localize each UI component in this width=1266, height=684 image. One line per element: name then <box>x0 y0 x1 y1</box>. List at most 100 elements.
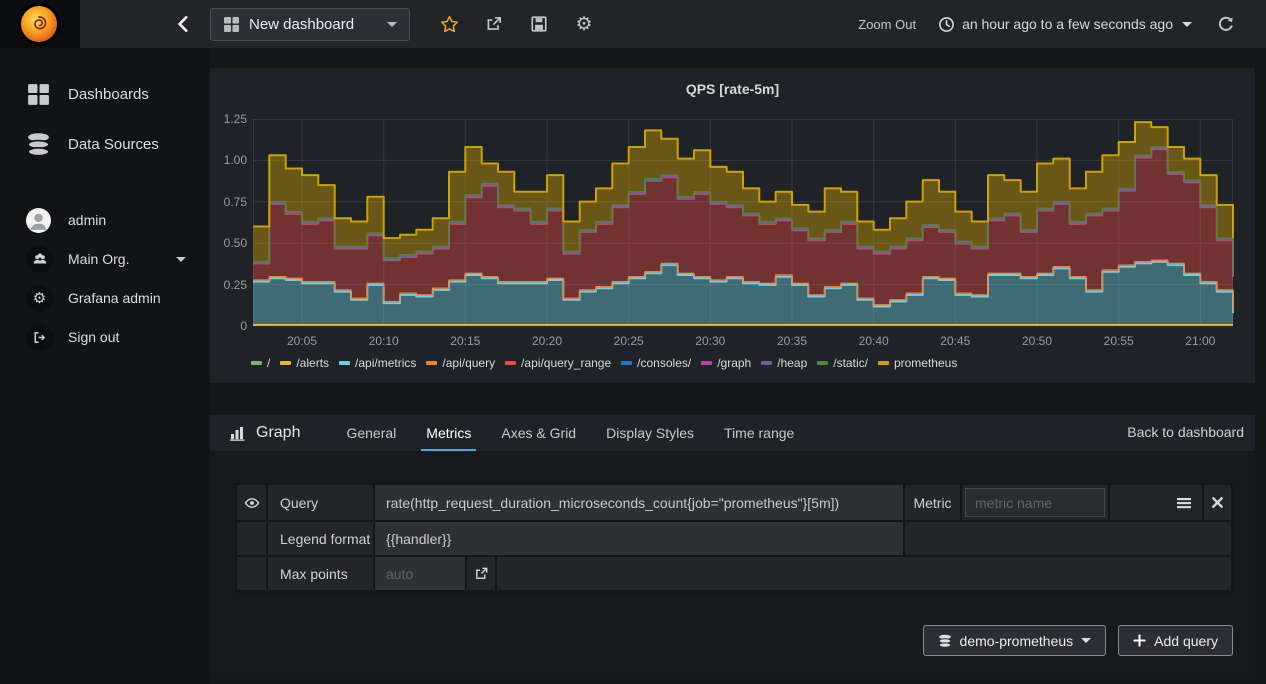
legend-item--heap[interactable]: /heap <box>761 356 807 370</box>
navbar-right: Zoom Out an hour ago to a few seconds ag… <box>858 12 1266 36</box>
metric-name-input[interactable] <box>965 488 1105 517</box>
query-label: Query <box>268 485 375 520</box>
qps-chart-svg <box>253 119 1235 328</box>
y-axis-tick-label: 0.75 <box>213 195 247 209</box>
datasource-selector-button[interactable]: demo-prometheus <box>923 625 1107 656</box>
settings-button[interactable]: ⚙ <box>572 12 596 36</box>
x-axis-tick-label: 21:00 <box>1172 334 1228 348</box>
legend-format-label: Legend format <box>268 522 375 555</box>
save-icon <box>530 15 548 33</box>
zoom-out-button[interactable]: Zoom Out <box>858 17 916 32</box>
query-input[interactable] <box>375 485 903 520</box>
dashboards-grid-icon <box>26 82 51 107</box>
legend-swatch <box>280 361 291 365</box>
legend-swatch <box>505 361 516 365</box>
legend-item--alerts[interactable]: /alerts <box>280 356 329 370</box>
legend-label: /alerts <box>296 356 329 370</box>
sidebar-collapse-button[interactable] <box>174 14 194 34</box>
x-axis-tick-label: 20:25 <box>601 334 657 348</box>
external-link-icon <box>474 566 489 581</box>
x-axis-tick-label: 20:10 <box>356 334 412 348</box>
legend-item--static-[interactable]: /static/ <box>817 356 868 370</box>
sidebar-item-label: admin <box>68 212 106 228</box>
sidebar-item-main-org[interactable]: Main Org. <box>0 239 210 279</box>
legend-label: / <box>267 356 270 370</box>
sidebar-item-dashboards[interactable]: Dashboards <box>0 74 210 114</box>
max-points-row: Max points <box>237 555 1231 590</box>
gear-icon-circle: ⚙ <box>26 285 53 312</box>
tab-metrics[interactable]: Metrics <box>411 415 486 451</box>
query-menu-button[interactable] <box>1176 495 1192 511</box>
back-to-dashboard-link[interactable]: Back to dashboard <box>1127 424 1244 440</box>
sign-out-icon <box>32 330 47 345</box>
panel-title[interactable]: QPS [rate-5m] <box>210 81 1255 97</box>
add-query-button[interactable]: Add query <box>1118 625 1233 656</box>
query-row-filler <box>1110 485 1204 520</box>
navbar-left <box>0 0 210 48</box>
legend-format-input[interactable] <box>375 522 903 555</box>
caret-down-icon <box>387 22 397 27</box>
sign-out-icon-circle <box>26 324 53 351</box>
legend-swatch <box>761 361 772 365</box>
chevron-left-icon <box>174 14 194 34</box>
dashboard-title-button[interactable]: New dashboard <box>210 8 410 41</box>
star-icon <box>440 15 459 34</box>
legend-item--graph[interactable]: /graph <box>701 356 751 370</box>
caret-down-icon <box>1081 638 1091 643</box>
y-axis-tick-label: 1.00 <box>213 153 247 167</box>
gear-icon: ⚙ <box>33 291 46 306</box>
legend-item--api-query-range[interactable]: /api/query_range <box>505 356 611 370</box>
dashboard-title: New dashboard <box>249 16 378 33</box>
y-axis-tick-label: 1.25 <box>213 112 247 126</box>
remove-query-button[interactable] <box>1204 485 1231 520</box>
max-points-input-cell <box>375 557 467 590</box>
x-axis-tick-label: 20:30 <box>682 334 738 348</box>
star-button[interactable] <box>437 12 461 36</box>
legend-item--api-query[interactable]: /api/query <box>426 356 495 370</box>
max-points-link-button[interactable] <box>467 557 497 590</box>
toggle-query-visibility-button[interactable] <box>237 485 268 520</box>
legend-row-spacer <box>237 522 268 555</box>
x-axis-tick-label: 20:05 <box>274 334 330 348</box>
save-button[interactable] <box>527 12 551 36</box>
plus-icon <box>1133 634 1146 647</box>
sidebar-item-grafana-admin[interactable]: ⚙ Grafana admin <box>0 278 210 318</box>
legend-swatch <box>878 361 889 365</box>
database-icon <box>938 634 952 648</box>
sidebar-item-label: Dashboards <box>68 86 149 103</box>
tab-display-styles[interactable]: Display Styles <box>591 415 709 451</box>
time-picker-button[interactable]: an hour ago to a few seconds ago <box>938 16 1192 33</box>
tab-axes-grid[interactable]: Axes & Grid <box>486 415 591 451</box>
max-points-input[interactable] <box>375 557 465 590</box>
sidebar-item-label: Main Org. <box>68 251 129 267</box>
sidebar-item-label: Sign out <box>68 329 119 345</box>
legend-label: /static/ <box>833 356 868 370</box>
legend-swatch <box>339 361 350 365</box>
x-axis-tick-label: 20:20 <box>519 334 575 348</box>
legend-label: /api/query_range <box>521 356 611 370</box>
legend-item--[interactable]: / <box>251 356 270 370</box>
sidebar-item-data-sources[interactable]: Data Sources <box>0 124 210 164</box>
max-points-label: Max points <box>268 557 375 590</box>
query-input-cell <box>375 485 905 520</box>
legend-swatch <box>251 361 262 365</box>
legend-item--api-metrics[interactable]: /api/metrics <box>339 356 416 370</box>
caret-down-icon <box>176 257 186 262</box>
legend-label: prometheus <box>894 356 957 370</box>
editor-header: Graph General Metrics Axes & Grid Displa… <box>210 415 1255 451</box>
legend-item-prometheus[interactable]: prometheus <box>878 356 957 370</box>
grid-icon <box>223 16 240 33</box>
refresh-button[interactable] <box>1214 12 1238 36</box>
datasource-label: demo-prometheus <box>960 633 1074 649</box>
users-icon <box>32 251 48 267</box>
graph-editor-panel: Graph General Metrics Axes & Grid Displa… <box>210 415 1255 673</box>
tab-general[interactable]: General <box>331 415 411 451</box>
share-button[interactable] <box>482 12 506 36</box>
time-range-label: an hour ago to a few seconds ago <box>962 16 1173 32</box>
legend-item--consoles-[interactable]: /consoles/ <box>621 356 691 370</box>
tab-time-range[interactable]: Time range <box>709 415 809 451</box>
sidebar-item-admin[interactable]: admin <box>0 200 210 240</box>
legend-label: /graph <box>717 356 751 370</box>
sidebar-item-sign-out[interactable]: Sign out <box>0 317 210 357</box>
person-icon <box>26 208 51 233</box>
